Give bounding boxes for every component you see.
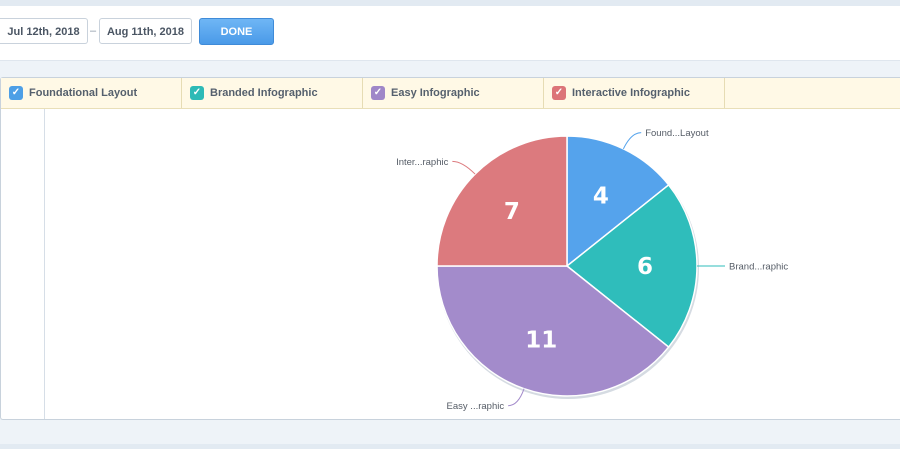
bottom-strip [0, 444, 900, 449]
slice-category-label: Found...Layout [645, 128, 709, 139]
pie-chart: 4 6 11 7 Found...Layout Brand...raphic Easy ..… [396, 128, 788, 412]
slice-category-label: Easy ...raphic [447, 401, 505, 412]
leader-line [452, 160, 476, 175]
leader-line [508, 388, 525, 407]
leader-line [622, 132, 642, 150]
slice-value-label: 7 [504, 199, 520, 225]
slice-category-label: Brand...raphic [729, 262, 788, 273]
pie-slice[interactable] [436, 135, 568, 267]
slice-value-label: 11 [525, 328, 557, 354]
slice-value-label: 6 [637, 254, 653, 280]
slice-category-label: Inter...raphic [396, 157, 449, 168]
slice-value-label: 4 [593, 184, 609, 210]
